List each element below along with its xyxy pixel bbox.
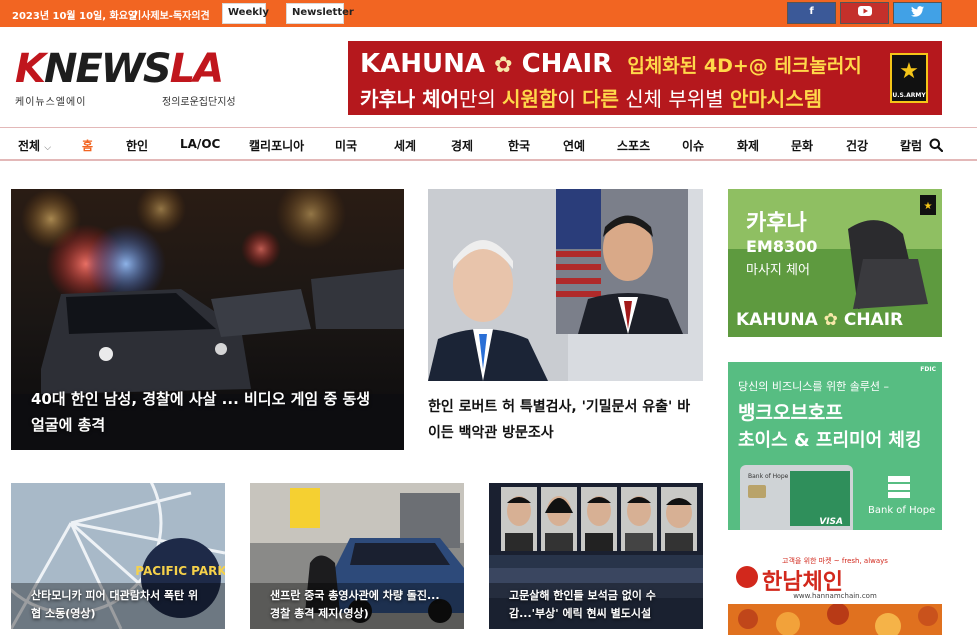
nav-item-world[interactable]: 세계 <box>394 137 416 154</box>
banner-brand-2: CHAIR <box>521 49 613 79</box>
logo-subtitle-korean: 케이뉴스엘에이 <box>15 97 87 108</box>
twitter-icon <box>894 6 941 20</box>
star-icon: ★ <box>899 59 919 84</box>
kahuna-ad-line1: 카후나 <box>746 211 807 236</box>
bank-of-hope-ad[interactable]: FDIC 당신의 비즈니스를 위한 솔루션 – 뱅크오브호프 초이스 & 프리미… <box>728 362 942 530</box>
kahuna-banner-ad[interactable]: KAHUNA ✿ CHAIR 입체화된 4D+@ 테크놀러지 카후나 체어만의 … <box>348 41 942 115</box>
twitter-button[interactable] <box>893 2 942 24</box>
flower-icon: ✿ <box>823 310 838 330</box>
current-date: 2023년 10월 10일, 화요일 <box>12 11 138 22</box>
nav-item-issue[interactable]: 이슈 <box>682 137 704 154</box>
hannam-url: www.hannamchain.com <box>793 592 877 600</box>
facebook-icon: f <box>809 6 814 17</box>
kahuna-ad-brand: KAHUNA ✿ CHAIR <box>736 310 904 330</box>
small-article-3[interactable]: 고문살해 한인들 보석금 없이 수 감...'부상' 에릭 현씨 별도시설 <box>489 483 703 629</box>
boh-ad-line1: 당신의 비즈니스를 위한 솔루션 – <box>738 380 890 393</box>
small-article-1-title[interactable]: 산타모니카 피어 대관람차서 폭탄 위 협 소동(영상) <box>31 587 225 623</box>
youtube-icon <box>841 6 888 19</box>
chevron-down-icon: ⌵ <box>44 143 52 153</box>
weekly-button[interactable]: Weekly <box>222 3 269 24</box>
main-nav: 전체 ⌵ 홈 한인 LA/OC 캘리포니아 미국 세계 경제 한국 연예 스포츠… <box>0 127 977 161</box>
nav-item-entertainment[interactable]: 연예 <box>563 137 585 154</box>
hannam-chain-ad[interactable]: 고객을 위한 마켓 ~ fresh, always 한남체인 www.hanna… <box>728 554 942 635</box>
site-logo[interactable]: KNEWSLA 케이뉴스엘에이 정의로운집단지성 <box>15 49 250 109</box>
fdic-mark: FDIC <box>920 366 936 373</box>
facebook-button[interactable]: f <box>787 2 836 24</box>
nav-item-home[interactable]: 홈 <box>82 137 93 154</box>
svg-text:PACIFIC PARK: PACIFIC PARK <box>135 564 225 578</box>
nav-item-korea[interactable]: 한국 <box>508 137 530 154</box>
hannam-logo-icon <box>736 566 758 588</box>
nav-item-sports[interactable]: 스포츠 <box>617 137 650 154</box>
small-article-3-title[interactable]: 고문살해 한인들 보석금 없이 수 감...'부상' 에릭 현씨 별도시설 <box>509 587 703 623</box>
newsletter-button[interactable]: Newsletter <box>286 3 354 24</box>
nav-item-all[interactable]: 전체 ⌵ <box>18 137 51 154</box>
small-article-2-title[interactable]: 샌프란 중국 총영사관에 차량 돌진... 경찰 총격 제지(영상) <box>270 587 464 623</box>
kahuna-side-ad[interactable]: ★ 카후나 EM8300 마사지 체어 KAHUNA ✿ CHAIR <box>728 189 942 337</box>
svg-text:★: ★ <box>924 201 933 212</box>
small-article-1[interactable]: PACIFIC PARK 산타모니카 피어 대관람차서 폭탄 위 협 소동(영상… <box>11 483 225 629</box>
bank-of-hope-logo <box>884 472 914 502</box>
nav-item-korean[interactable]: 한인 <box>126 137 148 154</box>
flower-icon: ✿ <box>494 53 513 78</box>
kahuna-ad-model: EM8300 <box>746 237 818 256</box>
search-icon[interactable] <box>929 137 944 153</box>
autumn-leaves-image <box>728 604 942 635</box>
us-army-logo: ★ U.S.ARMY <box>890 53 928 103</box>
boh-brand-name: Bank of Hope <box>868 505 936 516</box>
politicians-image <box>428 189 703 381</box>
top-bar: 2023년 10월 10일, 화요일 기사제보-독자의견 Weekly News… <box>0 0 977 27</box>
youtube-button[interactable] <box>840 2 889 24</box>
small-article-2[interactable]: 샌프란 중국 총영사관에 차량 돌진... 경찰 총격 제지(영상) <box>250 483 464 629</box>
banner-tagline-1: 입체화된 4D+@ 테크놀러지 <box>627 55 862 77</box>
logo-slogan: 정의로운집단지성 <box>162 97 236 108</box>
debit-card-image: Bank of Hope VISA <box>740 465 853 530</box>
nav-item-california[interactable]: 캘리포니아 <box>249 137 304 154</box>
main-article[interactable]: 40대 한인 남성, 경찰에 사살 ... 비디오 게임 중 동생 얼굴에 총격 <box>11 189 404 450</box>
second-article-title[interactable]: 한인 로버트 허 특별검사, '기밀문서 유출' 바 이든 백악관 방문조사 <box>428 394 703 446</box>
nav-item-usa[interactable]: 미국 <box>335 137 357 154</box>
nav-item-health[interactable]: 건강 <box>846 137 868 154</box>
nav-item-culture[interactable]: 문화 <box>791 137 813 154</box>
nav-item-economy[interactable]: 경제 <box>451 137 473 154</box>
main-article-title[interactable]: 40대 한인 남성, 경찰에 사살 ... 비디오 게임 중 동생 얼굴에 총격 <box>31 386 370 438</box>
nav-item-topics[interactable]: 화제 <box>737 137 759 154</box>
logo-mark: KNEWSLA <box>15 46 224 92</box>
boh-ad-line2: 뱅크오브호프 <box>738 402 843 424</box>
nav-item-column[interactable]: 칼럼 <box>900 137 922 154</box>
second-article[interactable]: 한인 로버트 허 특별검사, '기밀문서 유출' 바 이든 백악관 방문조사 <box>428 189 703 451</box>
kahuna-ad-line3: 마사지 체어 <box>746 263 810 278</box>
banner-brand: KAHUNA <box>360 49 486 79</box>
boh-ad-line3: 초이스 & 프리미어 체킹 <box>738 430 922 451</box>
report-link[interactable]: 기사제보-독자의견 <box>132 7 210 22</box>
nav-item-la-oc[interactable]: LA/OC <box>180 137 220 151</box>
banner-tagline-2: 카후나 체어만의 시원함이 다른 신체 부위별 안마시스템 <box>360 87 822 111</box>
